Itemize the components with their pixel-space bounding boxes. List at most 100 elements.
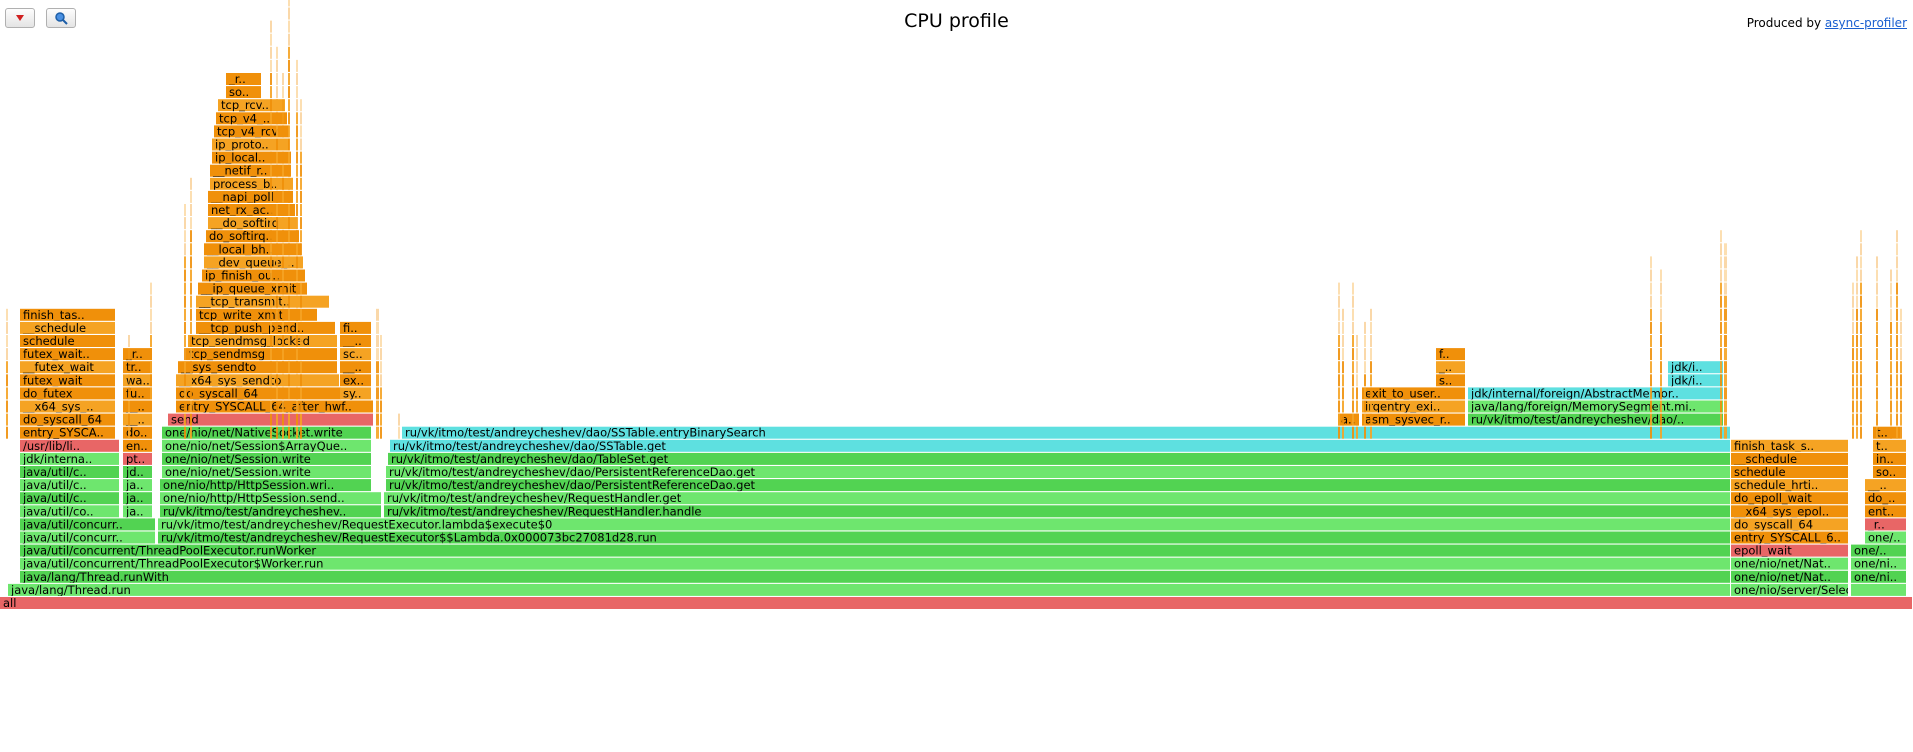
frame-sliver[interactable] [1370, 308, 1372, 321]
frame-sliver[interactable] [184, 335, 186, 347]
frame[interactable]: ja.. [123, 504, 152, 518]
frame-sliver[interactable] [288, 217, 290, 230]
frame-sliver[interactable] [282, 374, 284, 387]
frame-sliver[interactable] [380, 400, 382, 413]
frame-sliver[interactable] [288, 86, 290, 99]
frame-sliver[interactable] [270, 177, 272, 190]
frame-sliver[interactable] [1860, 282, 1862, 295]
frame-sliver[interactable] [1338, 387, 1340, 400]
frame-sliver[interactable] [1720, 295, 1722, 308]
frame-sliver[interactable] [150, 295, 152, 308]
frame-sliver[interactable] [288, 59, 290, 72]
frame-sliver[interactable] [1660, 400, 1662, 413]
frame-sliver[interactable] [270, 86, 272, 99]
frame-sliver[interactable] [1352, 321, 1354, 334]
frame-sliver[interactable] [296, 361, 298, 374]
frame-sliver[interactable] [1364, 374, 1366, 387]
frame-sliver[interactable] [1860, 374, 1862, 387]
frame-sliver[interactable] [1890, 321, 1892, 334]
frame-sliver[interactable] [276, 217, 278, 230]
frame-sliver[interactable] [300, 125, 302, 138]
frame-sliver[interactable] [150, 413, 152, 426]
frame-sliver[interactable] [1356, 374, 1358, 387]
frame-sliver[interactable] [276, 112, 278, 125]
frame[interactable]: __.. [340, 360, 371, 374]
frame-sliver[interactable] [6, 321, 8, 334]
frame-sliver[interactable] [1650, 308, 1652, 321]
frame[interactable]: pt.. [123, 452, 152, 466]
frame-sliver[interactable] [1338, 282, 1340, 295]
frame-sliver[interactable] [296, 400, 298, 413]
frame-sliver[interactable] [1856, 295, 1858, 308]
frame-sliver[interactable] [1856, 400, 1858, 413]
frame-sliver[interactable] [1352, 348, 1354, 361]
frame[interactable]: java/util/concurrent/ThreadPoolExecutor$… [20, 557, 1730, 571]
frame-sliver[interactable] [1890, 269, 1892, 282]
frame-sliver[interactable] [296, 59, 298, 72]
frame-sliver[interactable] [276, 282, 278, 295]
frame-sliver[interactable] [282, 361, 284, 374]
frame-sliver[interactable] [184, 295, 186, 308]
frame[interactable]: __tcp_push_pend.. [196, 321, 335, 335]
frame-sliver[interactable] [288, 190, 290, 203]
frame[interactable]: en.. [123, 439, 152, 453]
frame[interactable]: __napi_poll [208, 190, 293, 204]
frame-sliver[interactable] [128, 335, 130, 347]
frame-sliver[interactable] [270, 138, 272, 151]
frame[interactable]: net_rx_ac.. [208, 203, 295, 217]
frame-sliver[interactable] [1896, 348, 1898, 361]
frame-sliver[interactable] [1876, 282, 1878, 295]
frame[interactable]: do.. [123, 426, 152, 440]
frame-sliver[interactable] [288, 426, 290, 439]
frame-sliver[interactable] [1860, 387, 1862, 400]
frame-sliver[interactable] [1724, 361, 1727, 374]
frame[interactable]: do_syscall_64 [20, 413, 115, 427]
frame-sliver[interactable] [282, 204, 284, 216]
frame[interactable]: fi.. [340, 321, 371, 335]
frame-sliver[interactable] [1650, 269, 1652, 282]
frame-sliver[interactable] [276, 151, 278, 164]
frame[interactable]: so.. [226, 85, 261, 99]
frame[interactable]: ru/vk/itmo/test/andreycheshev/dao/SSTabl… [402, 426, 1730, 440]
frame-sliver[interactable] [1720, 335, 1722, 347]
frame-sliver[interactable] [1856, 348, 1858, 361]
frame-sliver[interactable] [1650, 400, 1652, 413]
frame-sliver[interactable] [300, 269, 302, 282]
frame-sliver[interactable] [1876, 308, 1878, 321]
frame-sliver[interactable] [276, 413, 278, 426]
frame-sliver[interactable] [190, 177, 192, 190]
frame[interactable]: process_b.. [210, 177, 293, 191]
frame-sliver[interactable] [300, 256, 302, 269]
frame-sliver[interactable] [300, 99, 302, 112]
frame-sliver[interactable] [150, 348, 152, 361]
frame[interactable]: java/util/concurrent/ThreadPoolExecutor.… [20, 544, 1730, 558]
frame-sliver[interactable] [1650, 387, 1652, 400]
frame-sliver[interactable] [1856, 269, 1858, 282]
frame-sliver[interactable] [1876, 348, 1878, 361]
frame-sliver[interactable] [1900, 308, 1902, 321]
frame-sliver[interactable] [1724, 321, 1727, 334]
frame-sliver[interactable] [184, 426, 186, 439]
frame-sliver[interactable] [1876, 374, 1878, 387]
frame-sliver[interactable] [380, 426, 382, 439]
frame-sliver[interactable] [270, 413, 272, 426]
frame-sliver[interactable] [288, 256, 290, 269]
frame-sliver[interactable] [288, 177, 290, 190]
frame-sliver[interactable] [1352, 413, 1354, 426]
frame-sliver[interactable] [184, 256, 186, 269]
frame-sliver[interactable] [282, 426, 284, 439]
frame-sliver[interactable] [1370, 348, 1372, 361]
frame[interactable]: java/util/c.. [20, 465, 119, 479]
frame-sliver[interactable] [300, 335, 302, 347]
frame-sliver[interactable] [1876, 361, 1878, 374]
frame[interactable]: ex.. [340, 373, 371, 387]
frame-sliver[interactable] [1876, 400, 1878, 413]
frame-sliver[interactable] [1860, 348, 1862, 361]
frame[interactable]: jd.. [123, 465, 152, 479]
frame-sliver[interactable] [150, 361, 152, 374]
frame-sliver[interactable] [376, 374, 379, 387]
frame-sliver[interactable] [1650, 374, 1652, 387]
frame[interactable]: __x64_sys_epol.. [1731, 504, 1848, 518]
frame-sliver[interactable] [276, 138, 278, 151]
frame-sliver[interactable] [270, 125, 272, 138]
